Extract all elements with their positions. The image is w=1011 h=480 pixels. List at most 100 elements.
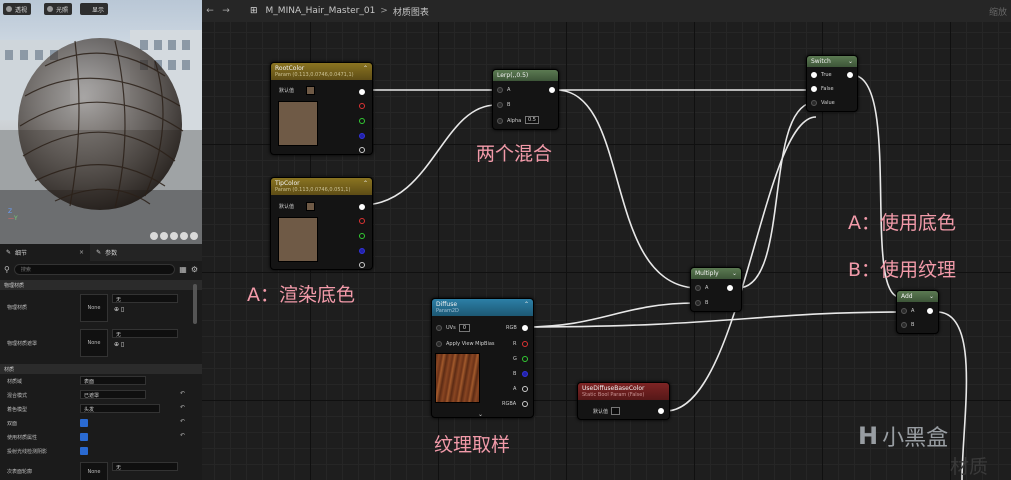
collapse-icon[interactable]: ⌃: [524, 301, 529, 308]
sphere-icon[interactable]: [150, 232, 158, 240]
search-row: ⚲ 搜索 ▦ ⚙: [0, 261, 202, 278]
color-swatch[interactable]: [306, 202, 315, 211]
tab-details[interactable]: ✎ 细节 ×: [0, 244, 91, 261]
output-pin-rgb[interactable]: [359, 204, 365, 210]
browse-icon[interactable]: ⊕ ▯: [114, 306, 124, 313]
alpha-value-box[interactable]: 0.5: [525, 116, 539, 124]
asset-dropdown[interactable]: 无: [112, 294, 178, 303]
node-root-color[interactable]: RootColor Param (0.113,0.0746,0.0471,1) …: [270, 62, 373, 155]
output-pin-r[interactable]: [359, 218, 365, 224]
material-graph-canvas[interactable]: RootColor Param (0.113,0.0746,0.0471,1) …: [202, 22, 1011, 480]
breadcrumb-section[interactable]: 材质图表: [393, 5, 429, 18]
reset-icon[interactable]: ↶: [180, 390, 185, 397]
shading-model-dropdown[interactable]: 头发: [80, 404, 160, 413]
teapot-icon[interactable]: [190, 232, 198, 240]
output-pin[interactable]: [727, 285, 733, 291]
output-pin-r[interactable]: [359, 103, 365, 109]
node-diffuse-texture[interactable]: Diffuse Param2D ⌃ UVs 0 Apply View MipBi…: [431, 298, 534, 418]
output-pin-g[interactable]: [359, 118, 365, 124]
input-pin-a[interactable]: [695, 285, 701, 291]
input-pin-b[interactable]: [901, 322, 907, 328]
gear-icon[interactable]: ⚙: [191, 265, 198, 274]
cylinder-icon[interactable]: [170, 232, 178, 240]
preview-viewport[interactable]: 透视 光照 显示 Z —Y: [0, 0, 202, 244]
node-multiply[interactable]: Multiply ⌄ A B: [690, 267, 742, 312]
expand-icon[interactable]: ⌄: [478, 411, 483, 418]
tab-parameters[interactable]: ✎ 参数: [90, 244, 123, 261]
graph-icon: ⊞: [250, 6, 258, 16]
plane-icon[interactable]: [180, 232, 188, 240]
input-pin-b[interactable]: [497, 102, 503, 108]
color-swatch[interactable]: [306, 86, 315, 95]
material-attributes-checkbox[interactable]: [80, 433, 88, 441]
prop-blend-mode: 混合模式 已遮罩 ↶: [7, 390, 186, 399]
output-pin-rgb[interactable]: [522, 325, 528, 331]
graph-breadcrumb-bar: ← → ⊞ M_MINA_Hair_Master_01 > 材质图表 缩放: [202, 0, 1011, 22]
input-pin-b[interactable]: [695, 300, 701, 306]
input-pin-uvs[interactable]: [436, 325, 442, 331]
input-pin-false[interactable]: [811, 86, 817, 92]
node-use-diffuse-base-color[interactable]: UseDiffuseBaseColor Static Bool Param (F…: [577, 382, 670, 420]
reset-icon[interactable]: ↶: [180, 418, 185, 425]
output-pin-r[interactable]: [522, 341, 528, 347]
output-pin-a[interactable]: [359, 147, 365, 153]
back-arrow-icon[interactable]: ←: [202, 6, 218, 16]
output-pin[interactable]: [847, 72, 853, 78]
output-pin-a[interactable]: [522, 386, 528, 392]
collapse-icon[interactable]: ⌄: [848, 58, 853, 65]
output-pin-b[interactable]: [359, 133, 365, 139]
table-icon[interactable]: ▦: [179, 265, 187, 274]
input-pin-alpha[interactable]: [497, 118, 503, 124]
asset-dropdown[interactable]: 无: [112, 329, 178, 338]
details-scrollbar[interactable]: [193, 284, 197, 324]
preview-shape-buttons[interactable]: [150, 232, 198, 240]
collapse-icon[interactable]: ⌃: [363, 65, 368, 72]
close-icon[interactable]: ×: [79, 249, 84, 256]
output-pin[interactable]: [549, 87, 555, 93]
uvs-value-box[interactable]: 0: [459, 324, 470, 332]
material-domain-dropdown[interactable]: 表面: [80, 376, 146, 385]
input-pin-value[interactable]: [811, 100, 817, 106]
input-pin-a[interactable]: [497, 87, 503, 93]
output-pin[interactable]: [927, 308, 933, 314]
asset-thumbnail[interactable]: None: [80, 329, 108, 357]
output-pin-g[interactable]: [359, 233, 365, 239]
section-material[interactable]: 材质: [0, 364, 202, 374]
details-panel: ✎ 细节 × ✎ 参数 ⚲ 搜索 ▦ ⚙ 物理材质 物理材质 None 无 ⊕ ▯ 物…: [0, 244, 202, 480]
annotation-use-texture: B：使用纹理: [848, 259, 957, 281]
collapse-icon[interactable]: ⌄: [732, 270, 737, 277]
node-switch[interactable]: Switch ⌄ True False Value: [806, 55, 858, 112]
output-pin-rgb[interactable]: [359, 89, 365, 95]
output-pin-a[interactable]: [359, 262, 365, 268]
output-pin-b[interactable]: [522, 371, 528, 377]
asset-thumbnail[interactable]: None: [80, 294, 108, 322]
section-physical-material[interactable]: 物理材质: [0, 280, 202, 290]
cube-icon[interactable]: [160, 232, 168, 240]
prop-shading-model: 着色模型 头发 ↶: [7, 404, 186, 413]
default-checkbox[interactable]: [611, 407, 620, 415]
two-sided-checkbox[interactable]: [80, 419, 88, 427]
node-lerp[interactable]: Lerp(,,0.5) A B Alpha 0.5: [492, 69, 559, 130]
output-pin-rgba[interactable]: [522, 401, 528, 407]
corner-label: 材质: [950, 456, 989, 478]
blend-mode-dropdown[interactable]: 已遮罩: [80, 390, 146, 399]
collapse-icon[interactable]: ⌃: [363, 180, 368, 187]
node-add[interactable]: Add ⌄ A B: [896, 290, 939, 334]
output-pin-g[interactable]: [522, 356, 528, 362]
output-pin[interactable]: [658, 408, 664, 414]
search-input[interactable]: 搜索: [13, 264, 176, 275]
input-pin-mipbias[interactable]: [436, 341, 442, 347]
asset-dropdown[interactable]: 无: [112, 462, 178, 471]
raytraced-shadows-checkbox[interactable]: [80, 447, 88, 455]
reset-icon[interactable]: ↶: [180, 404, 185, 411]
material-name[interactable]: M_MINA_Hair_Master_01: [266, 6, 376, 16]
collapse-icon[interactable]: ⌄: [929, 293, 934, 300]
output-pin-b[interactable]: [359, 248, 365, 254]
forward-arrow-icon[interactable]: →: [218, 6, 234, 16]
asset-thumbnail[interactable]: None: [80, 462, 108, 480]
input-pin-true[interactable]: [811, 72, 817, 78]
reset-icon[interactable]: ↶: [180, 432, 185, 439]
input-pin-a[interactable]: [901, 308, 907, 314]
node-tip-color[interactable]: TipColor Param (0.113,0.0746,0.051,1) ⌃ …: [270, 177, 373, 270]
browse-icon[interactable]: ⊕ ▯: [114, 341, 124, 348]
